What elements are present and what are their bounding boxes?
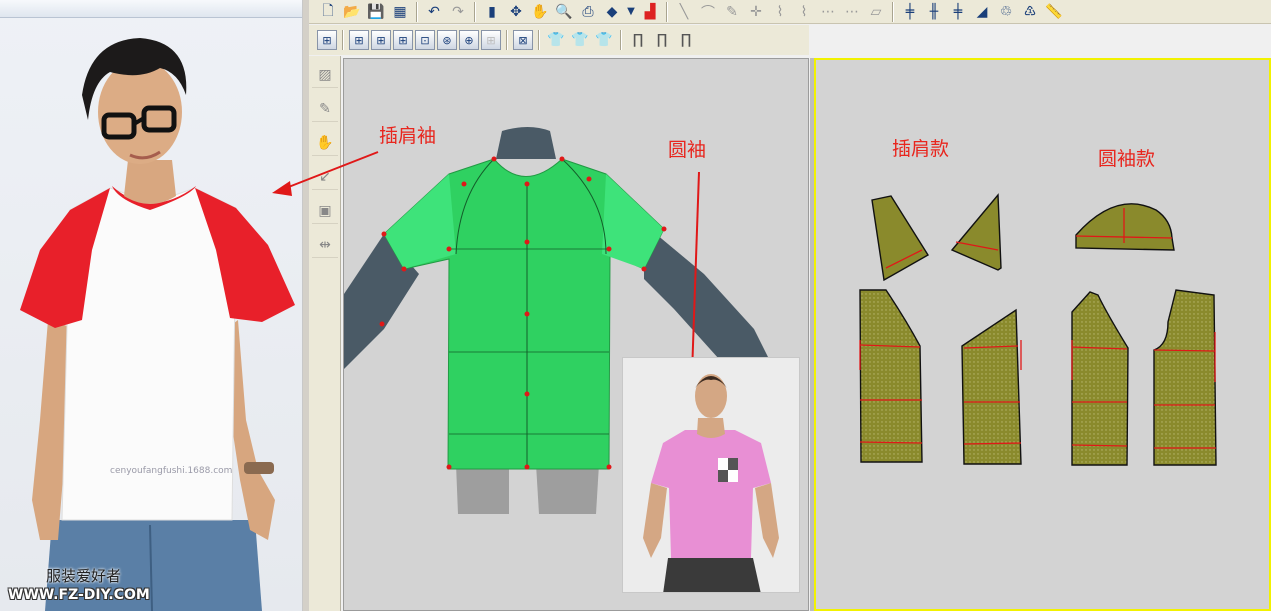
pants-2-icon[interactable]: ∏ — [651, 29, 673, 51]
toolbar-divider — [342, 30, 344, 50]
toolbar-divider — [892, 1, 894, 22]
ruler-v3-icon[interactable]: ╪ — [947, 1, 969, 23]
recycle2-icon[interactable]: ♳ — [1019, 1, 1041, 23]
ruler-v-icon[interactable]: ╪ — [899, 1, 921, 23]
reference-photo-round-sleeve — [622, 357, 800, 593]
shirt-blue-icon[interactable]: 👕 — [593, 29, 615, 51]
toolbar-divider — [416, 1, 418, 22]
open-folder-icon[interactable]: 📂 — [341, 1, 363, 23]
toolbar-divider — [506, 30, 508, 50]
toolbar-divider — [474, 1, 476, 22]
shirt-outline-icon[interactable]: 👕 — [545, 29, 567, 51]
2d-pattern-view[interactable]: 插肩款 圆袖款 — [814, 58, 1271, 611]
line-icon[interactable]: ╲ — [673, 1, 695, 23]
annotation-round-sleeve: 圆袖 — [668, 139, 707, 161]
grid-3-icon[interactable]: ⊞ — [371, 30, 391, 50]
arc2-icon[interactable]: ⌇ — [793, 1, 815, 23]
arrow-icon[interactable]: ↙ — [312, 164, 338, 190]
grid-7-icon[interactable]: ⊕ — [459, 30, 479, 50]
annotation-raglan-style: 插肩款 — [892, 138, 950, 160]
eraser-icon[interactable]: ▱ — [865, 1, 887, 23]
save-icon[interactable]: 💾 — [365, 1, 387, 23]
grid-5-icon[interactable]: ⊡ — [415, 30, 435, 50]
new-file-icon[interactable]: 🗋 — [317, 1, 339, 23]
zoom-doc-icon[interactable]: 🔍 — [553, 1, 575, 23]
shield-icon[interactable]: ◆ — [601, 1, 623, 23]
grid-4-icon[interactable]: ⊞ — [393, 30, 413, 50]
raglan-tshirt-model-image — [20, 38, 295, 611]
select-icon[interactable]: ▮ — [481, 1, 503, 23]
point-icon[interactable]: ✛ — [745, 1, 767, 23]
vertical-tool-strip: ▨ ✎ ✋ ↙ ▣ ⇹ — [309, 56, 341, 611]
box-icon[interactable]: ▣ — [312, 198, 338, 224]
grid-6-icon[interactable]: ⊛ — [437, 30, 457, 50]
annotation-round-style: 圆袖款 — [1098, 148, 1156, 170]
pattern-pieces — [859, 193, 1217, 466]
shirt-outline-2-icon[interactable]: 👕 — [569, 29, 591, 51]
main-toolbar: 🗋 📂 💾 ▦ ↶ ↷ ▮ ✥ ✋ 🔍 ⎙ ◆ ▼ ▟ ╲ ⌒ ✎ ✛ ⌇ ⌇ … — [309, 0, 1271, 24]
hand-icon[interactable]: ✋ — [529, 1, 551, 23]
curve-icon[interactable]: ⌒ — [697, 1, 719, 23]
3d-garment-view[interactable]: 插肩袖 圆袖 — [343, 58, 809, 611]
pants-3-icon[interactable]: ∏ — [675, 29, 697, 51]
toolbar-divider — [538, 30, 540, 50]
measure-icon[interactable]: 📏 — [1043, 1, 1065, 23]
grading-icon[interactable]: ◢ — [971, 1, 993, 23]
undo-icon[interactable]: ↶ — [423, 1, 445, 23]
app-window: cenyoufangfushi.1688.com 服装爱好者 WWW.FZ-DI… — [0, 0, 1271, 611]
dropdown-icon[interactable]: ▼ — [625, 1, 637, 23]
second-toolbar: ⊞ ⊞ ⊞ ⊞ ⊡ ⊛ ⊕ ⊞ ⊠ 👕 👕 👕 ∏ ∏ ∏ — [309, 25, 809, 55]
redo-icon[interactable]: ↷ — [447, 1, 469, 23]
print-icon[interactable]: ⎙ — [577, 1, 599, 23]
palette-icon[interactable]: ▟ — [639, 1, 661, 23]
move-icon[interactable]: ✥ — [505, 1, 527, 23]
split-icon[interactable]: ⇹ — [312, 232, 338, 258]
hand-icon[interactable]: ✋ — [312, 130, 338, 156]
layer-icon[interactable]: ▨ — [312, 62, 338, 88]
toolbar-divider — [620, 30, 622, 50]
watermark-shop: cenyoufangfushi.1688.com — [110, 466, 233, 476]
pen-icon[interactable]: ✎ — [721, 1, 743, 23]
round-sleeve-model-image — [643, 374, 779, 592]
pants-1-icon[interactable]: ∏ — [627, 29, 649, 51]
grid-9-icon[interactable]: ⊠ — [513, 30, 533, 50]
ruler-v2-icon[interactable]: ╫ — [923, 1, 945, 23]
toolbar-divider — [666, 1, 668, 22]
reference-photo-raglan: cenyoufangfushi.1688.com 服装爱好者 WWW.FZ-DI… — [0, 0, 303, 611]
save-as-icon[interactable]: ▦ — [389, 1, 411, 23]
arc-icon[interactable]: ⌇ — [769, 1, 791, 23]
grid-8-icon[interactable]: ⊞ — [481, 30, 501, 50]
seam2-icon[interactable]: ⋯ — [841, 1, 863, 23]
annotation-raglan-sleeve: 插肩袖 — [379, 125, 437, 147]
watermark-url: WWW.FZ-DIY.COM — [8, 587, 150, 603]
pen-icon[interactable]: ✎ — [312, 96, 338, 122]
grid-1-icon[interactable]: ⊞ — [317, 30, 337, 50]
seam-icon[interactable]: ⋯ — [817, 1, 839, 23]
watermark-site-name: 服装爱好者 — [46, 567, 122, 585]
recycle-icon[interactable]: ♲ — [995, 1, 1017, 23]
grid-2-icon[interactable]: ⊞ — [349, 30, 369, 50]
